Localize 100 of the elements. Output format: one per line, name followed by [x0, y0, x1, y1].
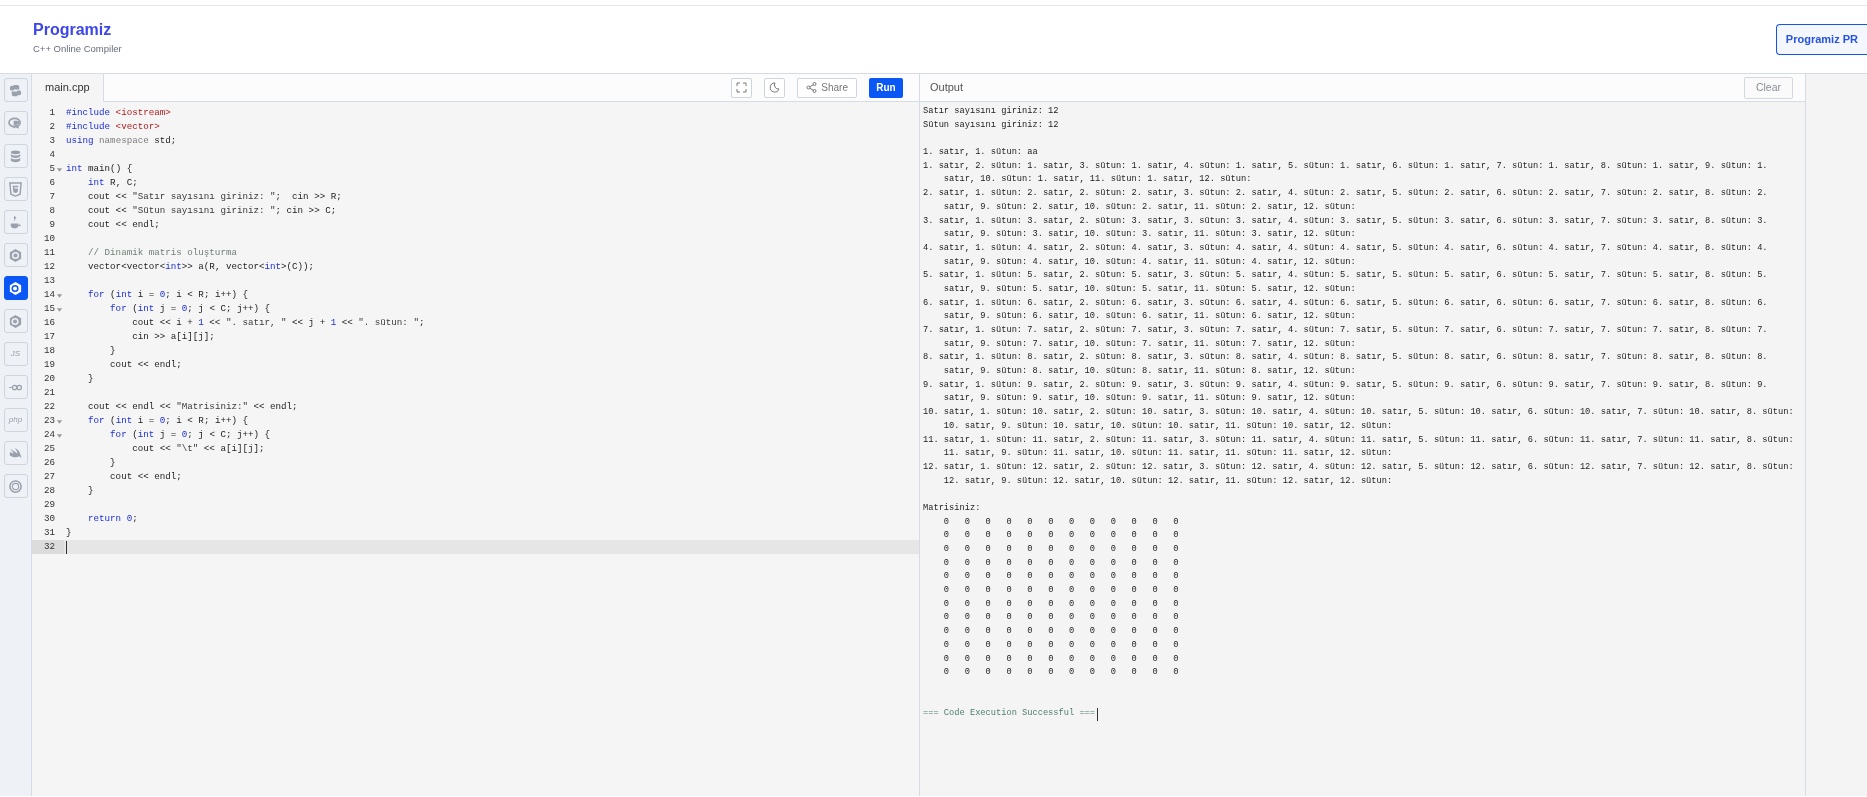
fold-arrow-icon[interactable]	[56, 417, 63, 425]
output-line: 6. satır, 1. sütun: 6. satır, 2. sütun: 6. satır, 3. sütun: 6. satır, 4. sütun: 6. satır, 5. sütun: 6. satır, 6. sütun: 6. satır, 7. sütun: 6. satır, 8. sütun: 6.	[923, 297, 1768, 308]
output-line: 0 0 0 0 0 0 0 0 0 0 0 0	[942, 557, 1179, 568]
code-line: int main() {	[65, 162, 133, 176]
hexagon-icon	[8, 280, 23, 296]
code-line: cout << endl << "Matrisiniz:" << endl;	[87, 400, 298, 414]
line-number: 32	[43, 540, 55, 554]
pro-button[interactable]: Programiz PR	[1775, 24, 1867, 55]
code-line: int R, C;	[87, 176, 138, 190]
fold-arrow-icon[interactable]	[56, 431, 63, 439]
file-tab[interactable]: main.cpp	[32, 73, 104, 102]
shield-icon	[8, 181, 23, 197]
fold-arrow-icon[interactable]	[56, 291, 63, 299]
logo[interactable]: Programiz	[33, 22, 122, 39]
code-line: cout << i + 1 << ". satır, " << j + 1 << ". sütun: ";	[131, 316, 425, 330]
output-line: 1. satır, 1. sütun: aa	[923, 147, 1038, 158]
code-line: vector<vector<int>> a(R, vector<int>(C));	[87, 260, 315, 274]
line-number: 9	[49, 218, 55, 232]
code-line: }	[109, 456, 116, 470]
code-line: using namespace std;	[65, 134, 177, 148]
run-button[interactable]: Run	[869, 77, 903, 98]
moon-icon	[769, 82, 781, 93]
output-line: 0 0 0 0 0 0 0 0 0 0 0 0	[942, 598, 1179, 609]
code-line: cout << "\t" << a[i][j];	[131, 442, 265, 456]
code-line: }	[65, 526, 72, 540]
panel-title: Output	[929, 80, 964, 96]
output-line: 0 0 0 0 0 0 0 0 0 0 0 0	[942, 626, 1179, 637]
hexagon-icon	[8, 313, 23, 329]
text-cursor	[66, 540, 67, 554]
line-number: 24	[43, 428, 55, 442]
output-line: satır, 9. sütun: 4. satır, 10. sütun: 4. satır, 11. sütun: 4. satır, 12. sütun:	[943, 256, 1356, 267]
line-number: 5	[49, 162, 55, 176]
output-line: Satır sayısını giriniz: 12	[923, 106, 1059, 116]
output-line: satır, 9. sütun: 9. satır, 10. sütun: 9. satır, 11. sütun: 9. satır, 12. sütun:	[943, 393, 1356, 404]
output-line: 0 0 0 0 0 0 0 0 0 0 0 0	[942, 516, 1179, 527]
output-line: 4. satır, 1. sütun: 4. satır, 2. sütun: 4. satır, 3. sütun: 4. satır, 4. sütun: 4. satır, 5. sütun: 4. satır, 6. sütun: 4. satır, 7. sütun: 4. satır, 8. sütun: 4.	[923, 242, 1768, 253]
output-line: 5. satır, 1. sütun: 5. satır, 2. sütun: 5. satır, 3. sütun: 5. satır, 4. sütun: 5. satır, 5. sütun: 5. satır, 6. sütun: 5. satır, 7. sütun: 5. satır, 8. sütun: 5.	[923, 270, 1768, 281]
line-number: 1	[49, 106, 55, 120]
output-line: satır, 9. sütun: 8. satır, 10. sütun: 8. satır, 11. sütun: 8. satır, 12. sütun:	[943, 366, 1356, 377]
code-line: return 0;	[87, 512, 138, 526]
line-number: 8	[49, 204, 55, 218]
code-line: cout << endl;	[87, 218, 160, 232]
line-number: 20	[43, 372, 55, 386]
status-message: === Code Execution Successful ===	[923, 707, 1096, 721]
line-number: 18	[43, 344, 55, 358]
output-line: 3. satır, 1. sütun: 3. satır, 2. sütun: 3. satır, 3. sütun: 3. satır, 4. sütun: 3. satır, 5. sütun: 3. satır, 6. sütun: 3. satır, 7. sütun: 3. satır, 8. sütun: 3.	[923, 215, 1768, 226]
output-line: 12. satır, 1. sütun: 12. satır, 2. sütun: 12. satır, 3. sütun: 12. satır, 4. sütun: 12. satır, 5. sütun: 12. satır, 6. sütun: 12. satır, 7. sütun: 12. satır, 8. sütun:	[923, 461, 1794, 472]
line-number: 25	[43, 442, 55, 456]
clear-button[interactable]: Clear	[1743, 76, 1793, 99]
line-number: 12	[43, 260, 55, 274]
line-number: 31	[43, 526, 55, 540]
output-line: 2. satır, 1. sütun: 2. satır, 2. sütun: 2. satır, 3. sütun: 2. satır, 4. sütun: 2. satır, 5. sütun: 2. satır, 6. sütun: 2. satır, 7. sütun: 2. satır, 8. sütun: 2.	[923, 188, 1768, 199]
output-line: 0 0 0 0 0 0 0 0 0 0 0 0	[942, 639, 1179, 650]
output-line: satır, 9. sütun: 5. satır, 10. sütun: 5. satır, 11. sütun: 5. satır, 12. sütun:	[943, 283, 1356, 294]
line-number: 19	[43, 358, 55, 372]
fullscreen-button[interactable]	[731, 77, 753, 98]
line-number: 26	[43, 456, 55, 470]
fold-arrow-icon[interactable]	[56, 165, 63, 173]
output-line: 7. satır, 1. sütun: 7. satır, 2. sütun: 7. satır, 3. sütun: 7. satır, 4. sütun: 7. satır, 5. sütun: 7. satır, 6. sütun: 7. satır, 7. sütun: 7. satır, 8. sütun: 7.	[923, 325, 1768, 335]
output-line: 11. satır, 9. sütun: 11. satır, 10. sütun: 11. satır, 11. sütun: 11. satır, 12. sütun:	[943, 448, 1393, 459]
code-line: for (int i = 0; i < R; i++) {	[87, 414, 248, 428]
line-number: 29	[43, 498, 55, 512]
line-number: 11	[43, 246, 55, 260]
output-line: 0 0 0 0 0 0 0 0 0 0 0 0	[942, 585, 1179, 596]
subtitle: C++ Online Compiler	[33, 42, 122, 57]
line-number: 16	[43, 316, 55, 330]
output-line: 10. satır, 9. sütun: 10. satır, 10. sütun: 10. satır, 11. sütun: 10. satır, 12. sütun:	[943, 420, 1393, 431]
line-number: 3	[49, 134, 55, 148]
output-line: 0 0 0 0 0 0 0 0 0 0 0 0	[942, 612, 1179, 623]
output-line: 0 0 0 0 0 0 0 0 0 0 0 0	[942, 530, 1179, 541]
share-button[interactable]: Share	[797, 77, 857, 98]
output-line: Matrisiniz:	[923, 502, 981, 513]
line-number: 4	[49, 148, 55, 162]
fold-arrow-icon[interactable]	[56, 305, 63, 313]
code-line: #include <vector>	[65, 120, 160, 134]
output-line: 12. satır, 9. sütun: 12. satır, 10. sütun: 12. satır, 11. sütun: 12. satır, 12. sütun:	[943, 475, 1393, 486]
output-line: 11. satır, 1. sütun: 11. satır, 2. sütun: 11. satır, 3. sütun: 11. satır, 4. sütun: 11. satır, 5. sütun: 11. satır, 6. sütun: 11. satır, 7. sütun: 11. satır, 8. sütun:	[923, 434, 1794, 445]
line-number: 14	[43, 288, 55, 302]
code-line: cout << "Satır sayısını giriniz: "; cin >> R;	[87, 190, 342, 204]
output-line: 0 0 0 0 0 0 0 0 0 0 0 0	[942, 544, 1179, 554]
line-number: 21	[43, 386, 55, 400]
database-icon	[8, 148, 23, 164]
share-icon	[806, 82, 818, 93]
theme-button[interactable]	[764, 77, 786, 98]
output-line: 8. satır, 1. sütun: 8. satır, 2. sütun: 8. satır, 3. sütun: 8. satır, 4. sütun: 8. satır, 5. sütun: 8. satır, 6. sütun: 8. satır, 7. sütun: 8. satır, 8. sütun: 8.	[923, 352, 1768, 363]
output-line: 1. satır, 2. sütun: 1. satır, 3. sütun: 1. satır, 4. sütun: 1. satır, 5. sütun: 1. satır, 6. sütun: 1. satır, 7. sütun: 1. satır, 8. sütun: 1. satır, 9. sütun: 1.	[923, 160, 1768, 171]
coffee-cup-icon	[8, 214, 23, 230]
output-line: satır, 9. sütun: 2. satır, 10. sütun: 2. satır, 11. sütun: 2. satır, 12. sütun:	[943, 201, 1356, 212]
output-line: satır, 9. sütun: 6. satır, 10. sütun: 6. satır, 11. sütun: 6. satır, 12. sütun:	[943, 311, 1356, 322]
output-line: satır, 9. sütun: 7. satır, 10. sütun: 7. satır, 11. sütun: 7. satır, 12. sütun:	[943, 338, 1356, 349]
output-line: 9. satır, 1. sütun: 9. satır, 2. sütun: 9. satır, 3. sütun: 9. satır, 4. sütun: 9. satır, 5. sütun: 9. satır, 6. sütun: 9. satır, 7. sütun: 9. satır, 8. sütun: 9.	[923, 379, 1768, 390]
code-line: cout << endl;	[109, 470, 182, 484]
text-cursor	[1097, 707, 1099, 721]
language-button[interactable]	[3, 276, 28, 300]
gear-icon	[8, 478, 23, 494]
line-number: 23	[43, 414, 55, 428]
line-number: 2	[49, 120, 55, 134]
code-line: for (int j = 0; j < C; j++) {	[109, 302, 271, 316]
output-line: satır, 10. sütun: 1. satır, 11. sütun: 1. satır, 12. sütun:	[943, 174, 1252, 185]
line-number: 27	[43, 470, 55, 484]
